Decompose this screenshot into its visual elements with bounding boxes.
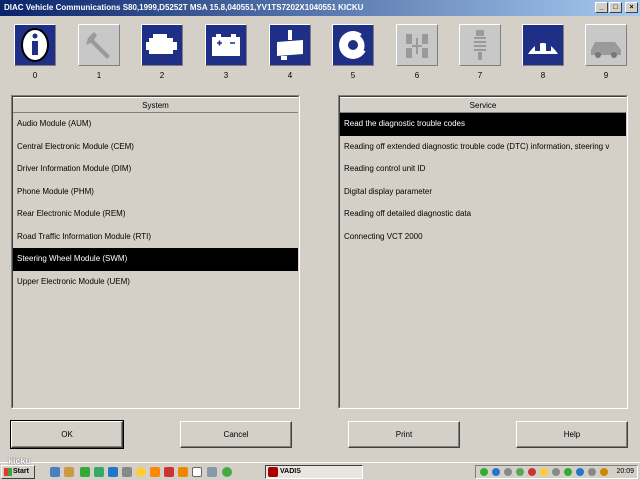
chrome-icon[interactable] <box>222 467 232 477</box>
close-x-icon[interactable] <box>164 467 174 477</box>
category-4[interactable]: 4 <box>267 24 313 80</box>
tray-icon[interactable] <box>576 468 584 476</box>
tray-icon[interactable] <box>516 468 524 476</box>
tray-icon[interactable] <box>480 468 488 476</box>
category-number: 4 <box>287 71 293 80</box>
clock: 20:09 <box>616 468 634 475</box>
window-title: DIAC Vehicle Communications S80,1999,D52… <box>4 3 364 12</box>
app-icon[interactable] <box>94 467 104 477</box>
start-button[interactable]: Start <box>1 465 35 479</box>
start-label: Start <box>13 468 29 475</box>
suspension-icon[interactable] <box>459 24 501 66</box>
taskbar: Start VADIS 20:09 <box>0 462 640 480</box>
tray-icon[interactable] <box>528 468 536 476</box>
category-3[interactable]: 3 <box>203 24 249 80</box>
category-number: 3 <box>223 71 229 80</box>
app-icon[interactable] <box>178 467 188 477</box>
system-list[interactable]: Audio Module (AUM) Central Electronic Mod… <box>13 113 298 293</box>
service-list-item[interactable]: Reading off detailed diagnostic data <box>340 203 626 226</box>
service-header: Service <box>340 97 626 113</box>
seats-icon[interactable] <box>522 24 564 66</box>
tray-icon[interactable] <box>492 468 500 476</box>
category-number: 1 <box>96 71 102 80</box>
category-number: 0 <box>32 71 38 80</box>
title-bar: DIAC Vehicle Communications S80,1999,D52… <box>0 0 640 16</box>
system-list-item[interactable]: Upper Electronic Module (UEM) <box>13 271 298 294</box>
close-button[interactable]: × <box>625 2 638 13</box>
windows-logo-icon <box>4 468 12 476</box>
system-list-item[interactable]: Steering Wheel Module (SWM) <box>13 248 298 271</box>
system-list-item[interactable]: Road Traffic Information Module (RTI) <box>13 226 298 249</box>
maximize-button[interactable]: □ <box>609 2 622 13</box>
smiley-icon[interactable] <box>136 467 146 477</box>
category-6[interactable]: 6 <box>394 24 440 80</box>
tray-icon[interactable] <box>504 468 512 476</box>
system-list-item[interactable]: Audio Module (AUM) <box>13 113 298 136</box>
category-number: 8 <box>540 71 546 80</box>
cancel-button[interactable]: Cancel <box>180 421 292 448</box>
service-panel: Service Read the diagnostic trouble code… <box>338 95 628 409</box>
volume-icon[interactable] <box>588 468 596 476</box>
vadis-icon <box>268 467 278 477</box>
category-toolbar: 0 1 2 3 4 5 6 7 8 9 <box>0 24 640 84</box>
system-list-item[interactable]: Central Electronic Module (CEM) <box>13 136 298 159</box>
category-number: 6 <box>414 71 420 80</box>
service-list-item[interactable]: Connecting VCT 2000 <box>340 226 626 249</box>
category-8[interactable]: 8 <box>520 24 566 80</box>
battery-icon[interactable] <box>205 24 247 66</box>
transmission-icon[interactable] <box>269 24 311 66</box>
info-icon[interactable] <box>14 24 56 66</box>
tray-icon[interactable] <box>600 468 608 476</box>
service-list-item[interactable]: Reading off extended diagnostic trouble … <box>340 136 626 159</box>
brake-disc-icon[interactable] <box>332 24 374 66</box>
ok-button[interactable]: OK <box>10 420 124 449</box>
category-9[interactable]: 9 <box>583 24 629 80</box>
service-list-item[interactable]: Digital display parameter <box>340 181 626 204</box>
category-5[interactable]: 5 <box>330 24 376 80</box>
category-number: 2 <box>159 71 165 80</box>
system-tray: 20:09 <box>475 465 638 479</box>
app-icon[interactable] <box>150 467 160 477</box>
minimize-button[interactable]: _ <box>595 2 608 13</box>
category-number: 9 <box>603 71 609 80</box>
car-icon[interactable] <box>585 24 627 66</box>
category-7[interactable]: 7 <box>457 24 503 80</box>
task-label: VADIS <box>280 468 301 475</box>
tray-icon[interactable] <box>564 468 572 476</box>
system-header: System <box>13 97 298 113</box>
system-list-item[interactable]: Rear Electronic Module (REM) <box>13 203 298 226</box>
browser-icon[interactable] <box>108 467 118 477</box>
window-icon[interactable] <box>192 467 202 477</box>
category-2[interactable]: 2 <box>139 24 185 80</box>
system-list-item[interactable]: Driver Information Module (DIM) <box>13 158 298 181</box>
help-button[interactable]: Help <box>516 421 628 448</box>
system-list-item[interactable]: Phone Module (PHM) <box>13 181 298 204</box>
tray-icon[interactable] <box>552 468 560 476</box>
category-number: 5 <box>350 71 356 80</box>
category-number: 7 <box>477 71 483 80</box>
app-icon[interactable] <box>122 467 132 477</box>
system-panel: System Audio Module (AUM) Central Electro… <box>11 95 300 409</box>
category-1[interactable]: 1 <box>76 24 122 80</box>
watermark: kicku <box>8 456 32 466</box>
tray-icon[interactable] <box>540 468 548 476</box>
service-list-item[interactable]: Read the diagnostic trouble codes <box>340 113 626 136</box>
service-list[interactable]: Read the diagnostic trouble codes Reading… <box>340 113 626 248</box>
app-icon[interactable] <box>207 467 217 477</box>
task-vadis[interactable]: VADIS <box>265 465 363 479</box>
service-list-item[interactable]: Reading control unit ID <box>340 158 626 181</box>
engine-icon[interactable] <box>141 24 183 66</box>
folder-icon[interactable] <box>64 467 74 477</box>
category-0[interactable]: 0 <box>12 24 58 80</box>
desktop-icon[interactable] <box>50 467 60 477</box>
steering-icon[interactable] <box>396 24 438 66</box>
app-icon[interactable] <box>80 467 90 477</box>
print-button[interactable]: Print <box>348 421 460 448</box>
wrench-icon[interactable] <box>78 24 120 66</box>
